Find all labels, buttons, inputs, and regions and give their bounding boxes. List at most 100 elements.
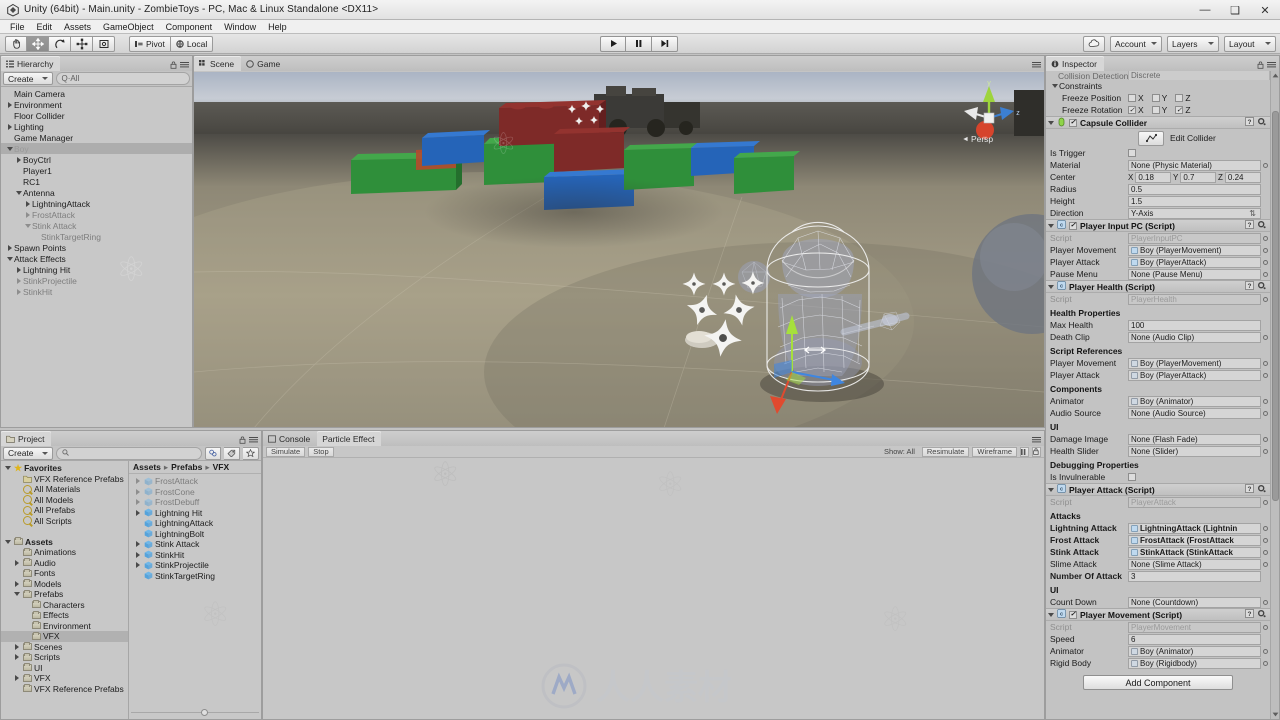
menu-help[interactable]: Help xyxy=(262,20,293,34)
project-tree-item-environment[interactable]: Environment xyxy=(1,621,128,632)
hierarchy-item-lighting[interactable]: Lighting xyxy=(1,121,192,132)
pivot-toggle-button[interactable]: Pivot xyxy=(129,35,171,52)
object-picker-icon[interactable] xyxy=(1261,333,1270,342)
collider-center-y-field[interactable]: 0.7 xyxy=(1180,171,1216,183)
collision-detection-row[interactable]: Collision Detection Discrete xyxy=(1046,71,1270,80)
field-value[interactable]: Boy (Animator) xyxy=(1128,395,1261,407)
scene-orientation-gizmo[interactable]: y z x ◄ Persp xyxy=(954,78,1024,150)
menu-file[interactable]: File xyxy=(4,20,31,34)
tab-scene[interactable]: Scene xyxy=(194,56,242,71)
object-picker-icon[interactable] xyxy=(1261,258,1270,267)
hierarchy-item-lightningattack[interactable]: LightningAttack xyxy=(1,198,192,209)
project-tree-item-models[interactable]: Models xyxy=(1,579,128,590)
player-movement-enabled-checkbox[interactable] xyxy=(1069,610,1077,619)
help-icon[interactable]: ? xyxy=(1245,117,1254,128)
pause-icon[interactable] xyxy=(1020,446,1029,457)
hierarchy-item-spawn-points[interactable]: Spawn Points xyxy=(1,242,192,253)
minimize-button[interactable]: — xyxy=(1190,0,1220,20)
project-tree-item-vfx[interactable]: VFX xyxy=(1,631,128,642)
move-tool-button[interactable] xyxy=(27,35,49,52)
freeze-position-z-checkbox[interactable] xyxy=(1175,94,1184,102)
field-value[interactable]: None (Slime Attack) xyxy=(1128,558,1261,570)
object-picker-icon[interactable] xyxy=(1261,536,1270,545)
maximize-button[interactable]: ❑ xyxy=(1220,0,1250,20)
menu-assets[interactable]: Assets xyxy=(58,20,97,34)
gear-icon[interactable] xyxy=(1257,281,1266,292)
field-value[interactable]: None (Audio Clip) xyxy=(1128,331,1261,343)
project-tree-item-scenes[interactable]: Scenes xyxy=(1,642,128,653)
breadcrumb-item-vfx[interactable]: VFX xyxy=(213,462,230,472)
breadcrumb-item-prefabs[interactable]: Prefabs xyxy=(171,462,202,472)
simulate-button[interactable]: Simulate xyxy=(266,446,306,457)
hierarchy-list[interactable]: Main Camera Environment Floor Collider Ligh… xyxy=(1,87,192,427)
object-picker-icon[interactable] xyxy=(1261,560,1270,569)
object-picker-icon[interactable] xyxy=(1261,647,1270,656)
object-picker-icon[interactable] xyxy=(1261,359,1270,368)
menu-edit[interactable]: Edit xyxy=(31,20,59,34)
gear-icon[interactable] xyxy=(1257,220,1266,231)
help-icon[interactable]: ? xyxy=(1245,609,1254,620)
breadcrumb-item-assets[interactable]: Assets xyxy=(133,462,161,472)
menu-gameobject[interactable]: GameObject xyxy=(97,20,160,34)
object-picker-icon[interactable] xyxy=(1261,246,1270,255)
layers-dropdown[interactable]: Layers xyxy=(1167,35,1219,52)
search-by-label-icon[interactable] xyxy=(224,446,240,460)
play-button[interactable] xyxy=(600,35,626,52)
hierarchy-create-button[interactable]: Create xyxy=(3,72,53,85)
lock-icon[interactable] xyxy=(1032,446,1041,457)
object-picker-icon[interactable] xyxy=(1261,659,1270,668)
object-picker-icon[interactable] xyxy=(1261,409,1270,418)
tab-inspector[interactable]: Inspector xyxy=(1046,56,1104,71)
rect-tool-button[interactable] xyxy=(93,35,115,52)
project-tree-item-prefabs[interactable]: Prefabs xyxy=(1,589,128,600)
collider-radius-field[interactable]: 0.5 xyxy=(1128,183,1261,195)
hierarchy-item-stinkhit[interactable]: StinkHit xyxy=(1,286,192,297)
freeze-rotation-z-checkbox[interactable] xyxy=(1175,106,1184,114)
hierarchy-item-stink-attack[interactable]: Stink Attack xyxy=(1,220,192,231)
tab-project[interactable]: Project xyxy=(1,431,52,446)
field-value[interactable]: 6 xyxy=(1128,633,1261,645)
collider-center-z-field[interactable]: 0.24 xyxy=(1224,171,1261,183)
project-tree-item-assets[interactable]: Assets xyxy=(1,537,128,548)
capsule-collider-enabled-checkbox[interactable] xyxy=(1069,118,1077,127)
help-icon[interactable]: ? xyxy=(1245,484,1254,495)
field-value[interactable]: Boy (PlayerAttack) xyxy=(1128,256,1261,268)
project-asset-pane[interactable]: Assets ▸ Prefabs ▸ VFX FrostAttack FrostCone F… xyxy=(129,461,261,719)
gear-icon[interactable] xyxy=(1257,609,1266,620)
asset-item-lightning-hit[interactable]: Lightning Hit xyxy=(129,508,261,519)
freeze-rotation-x-checkbox[interactable] xyxy=(1128,106,1136,114)
asset-item-stinktargetring[interactable]: StinkTargetRing xyxy=(129,571,261,582)
hierarchy-item-boyctrl[interactable]: BoyCtrl xyxy=(1,154,192,165)
lock-icon[interactable] xyxy=(1257,61,1264,71)
inspector-scroll-thumb[interactable] xyxy=(1272,111,1279,501)
object-picker-icon[interactable] xyxy=(1261,435,1270,444)
field-value[interactable]: 100 xyxy=(1128,319,1261,331)
gear-icon[interactable] xyxy=(1257,484,1266,495)
object-picker-icon[interactable] xyxy=(1261,161,1270,170)
field-value[interactable]: None (Audio Source) xyxy=(1128,407,1261,419)
space-toggle-button[interactable]: Local xyxy=(170,35,214,52)
hierarchy-item-boy[interactable]: Boy xyxy=(1,143,192,154)
tab-console[interactable]: Console xyxy=(263,431,317,446)
close-button[interactable]: ✕ xyxy=(1250,0,1280,20)
number-of-attack-field[interactable]: 3 xyxy=(1128,570,1261,582)
project-tree-item-vfx-reference-prefabs[interactable]: VFX Reference Prefabs xyxy=(1,474,128,485)
help-icon[interactable]: ? xyxy=(1245,220,1254,231)
step-button[interactable] xyxy=(652,35,678,52)
collider-center-x-field[interactable]: 0.18 xyxy=(1135,171,1171,183)
pause-button[interactable] xyxy=(626,35,652,52)
object-picker-icon[interactable] xyxy=(1261,598,1270,607)
project-tree-item-all-scripts[interactable]: All Scripts xyxy=(1,516,128,527)
player-movement-header[interactable]: c Player Movement (Script) ? xyxy=(1046,608,1270,621)
search-by-type-icon[interactable] xyxy=(205,446,221,460)
asset-zoom-slider[interactable] xyxy=(131,709,259,716)
capsule-collider-header[interactable]: Capsule Collider ? xyxy=(1046,116,1270,129)
hierarchy-item-attack-effects[interactable]: Attack Effects xyxy=(1,253,192,264)
hierarchy-item-game-manager[interactable]: Game Manager xyxy=(1,132,192,143)
rotate-tool-button[interactable] xyxy=(49,35,71,52)
field-value[interactable]: FrostAttack (FrostAttack xyxy=(1128,534,1261,546)
asset-zoom-knob[interactable] xyxy=(201,709,209,716)
object-picker-icon[interactable] xyxy=(1261,371,1270,380)
asset-item-stink-attack[interactable]: Stink Attack xyxy=(129,539,261,550)
project-tree-item-favorites[interactable]: ★ Favorites xyxy=(1,463,128,474)
